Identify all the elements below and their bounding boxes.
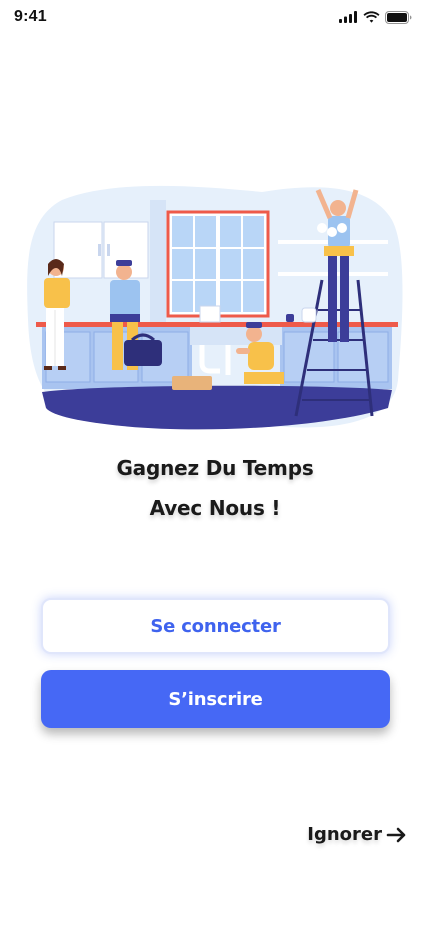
cellular-signal-icon: [339, 11, 357, 23]
login-button[interactable]: Se connecter: [41, 598, 390, 654]
status-time: 9:41: [14, 8, 47, 25]
onboarding-screen: 9:41 Gagnez Du Temps Avec Nous ! Se conn…: [0, 0, 430, 932]
headline: Gagnez Du Temps Avec Nous !: [0, 448, 430, 528]
signup-button[interactable]: S’inscrire: [41, 670, 390, 728]
headline-line-1: Gagnez Du Temps: [116, 456, 314, 480]
status-bar: 9:41: [0, 0, 430, 34]
headline-line-2: Avec Nous !: [149, 496, 281, 520]
arrow-right-icon: [386, 827, 406, 842]
skip-label: Ignorer: [307, 824, 382, 845]
login-button-label: Se connecter: [150, 615, 281, 637]
skip-button[interactable]: Ignorer: [307, 824, 408, 845]
signup-button-label: S’inscrire: [168, 688, 263, 710]
home-repair-workers-illustration: [27, 185, 403, 430]
battery-icon: [385, 10, 412, 24]
status-icons: [339, 10, 412, 24]
wifi-icon: [363, 11, 380, 23]
